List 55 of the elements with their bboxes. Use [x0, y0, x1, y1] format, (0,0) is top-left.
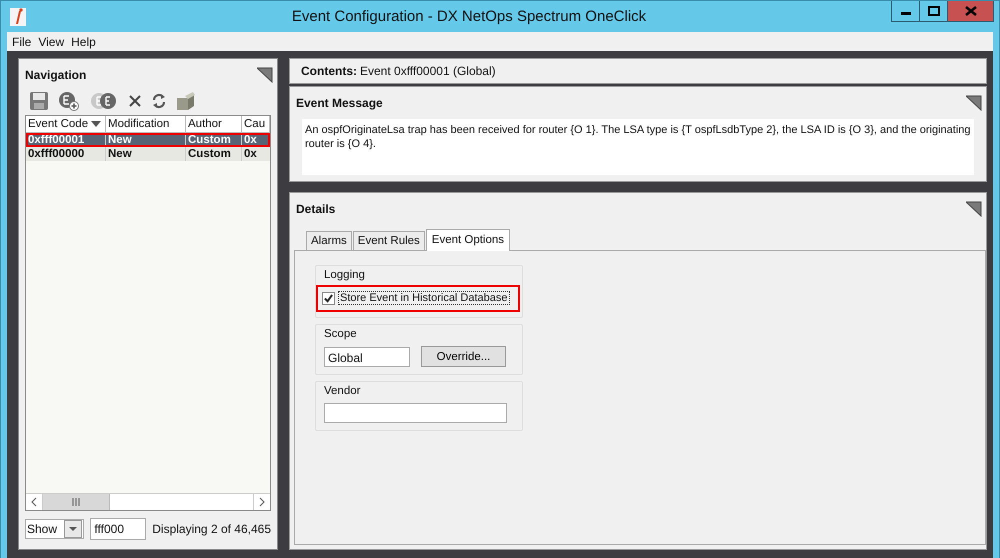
check-icon — [324, 294, 333, 302]
collapse-icon[interactable] — [257, 67, 273, 83]
event-message-text: An ospfOriginateLsa trap has been received for router {O 1}. The LSA type is {T ospfLsdbType 2}, the LSA ID is {O 3}, and the originating router is {O 4}. — [305, 124, 971, 150]
panel-title: Details — [296, 202, 336, 216]
tab[interactable]: Event Options — [426, 229, 510, 251]
save-icon[interactable] — [29, 91, 49, 111]
tab[interactable]: Alarms — [306, 231, 352, 250]
sort-icon — [91, 121, 101, 127]
table-cell: Custom — [186, 147, 242, 161]
copy-event-icon[interactable] — [89, 91, 119, 111]
group-label: Logging — [324, 268, 366, 283]
table-cell: 0x — [242, 133, 270, 147]
scope-field[interactable]: Global — [324, 346, 410, 366]
delete-icon[interactable] — [128, 94, 142, 108]
close-icon[interactable] — [964, 6, 976, 16]
add-event-icon[interactable] — [58, 91, 80, 111]
table-row[interactable]: 0xfff00000 New Custom 0x — [26, 147, 270, 161]
window-title: Event Configuration - DX NetOps Spectrum OneClick — [290, 8, 648, 25]
table-cell: New — [106, 133, 186, 147]
table-cell: 0x — [242, 147, 270, 161]
contents-label: Contents: — [301, 64, 357, 78]
caret-icon[interactable] — [69, 527, 78, 531]
folder-icon[interactable] — [176, 91, 196, 111]
collapse-icon[interactable] — [966, 95, 982, 111]
minimize-button[interactable] — [891, 1, 920, 22]
table-cell: Custom — [186, 133, 242, 147]
tab[interactable]: Event Rules — [352, 231, 425, 250]
close-button[interactable] — [947, 1, 994, 22]
column-header[interactable]: Modification — [106, 116, 186, 133]
menu-item[interactable]: File — [12, 34, 32, 48]
column-header[interactable]: Event Code — [26, 116, 106, 133]
refresh-icon[interactable] — [151, 93, 167, 109]
menu-item[interactable]: Help — [71, 34, 96, 48]
horizontal-scrollbar[interactable] — [26, 493, 270, 510]
column-header[interactable]: Cau — [242, 116, 270, 133]
table-row[interactable]: 0xfff00001 New Custom 0x — [26, 133, 270, 147]
override-button[interactable]: Override... — [421, 346, 506, 367]
scrollbar-thumb[interactable] — [43, 494, 110, 510]
status-text: Displaying 2 of 46,465 — [152, 522, 271, 536]
message-text-area[interactable]: An ospfOriginateLsa trap has been received for router {O 1}. The LSA type is {T ospfLsdbType 2}, the LSA ID is {O 3}, and the originating router is {O 4}. — [302, 119, 974, 175]
show-dropdown[interactable]: Show — [25, 519, 84, 539]
table-cell: 0xfff00000 — [26, 147, 106, 161]
vendor-field[interactable] — [324, 403, 507, 423]
contents-value: Event 0xfff00001 (Global) — [360, 64, 496, 78]
panel-title: Navigation — [25, 68, 86, 82]
group-label: Vendor — [324, 384, 362, 399]
group-label: Scope — [324, 327, 358, 342]
app-icon — [10, 8, 26, 26]
menu-item[interactable]: View — [38, 34, 64, 48]
filter-field[interactable]: fff000 — [90, 518, 146, 540]
table-cell: New — [106, 147, 186, 161]
table-cell: 0xfff00001 — [26, 133, 106, 147]
collapse-icon[interactable] — [966, 201, 982, 217]
panel-title: Event Message — [296, 96, 383, 110]
column-header[interactable]: Author — [186, 116, 242, 133]
